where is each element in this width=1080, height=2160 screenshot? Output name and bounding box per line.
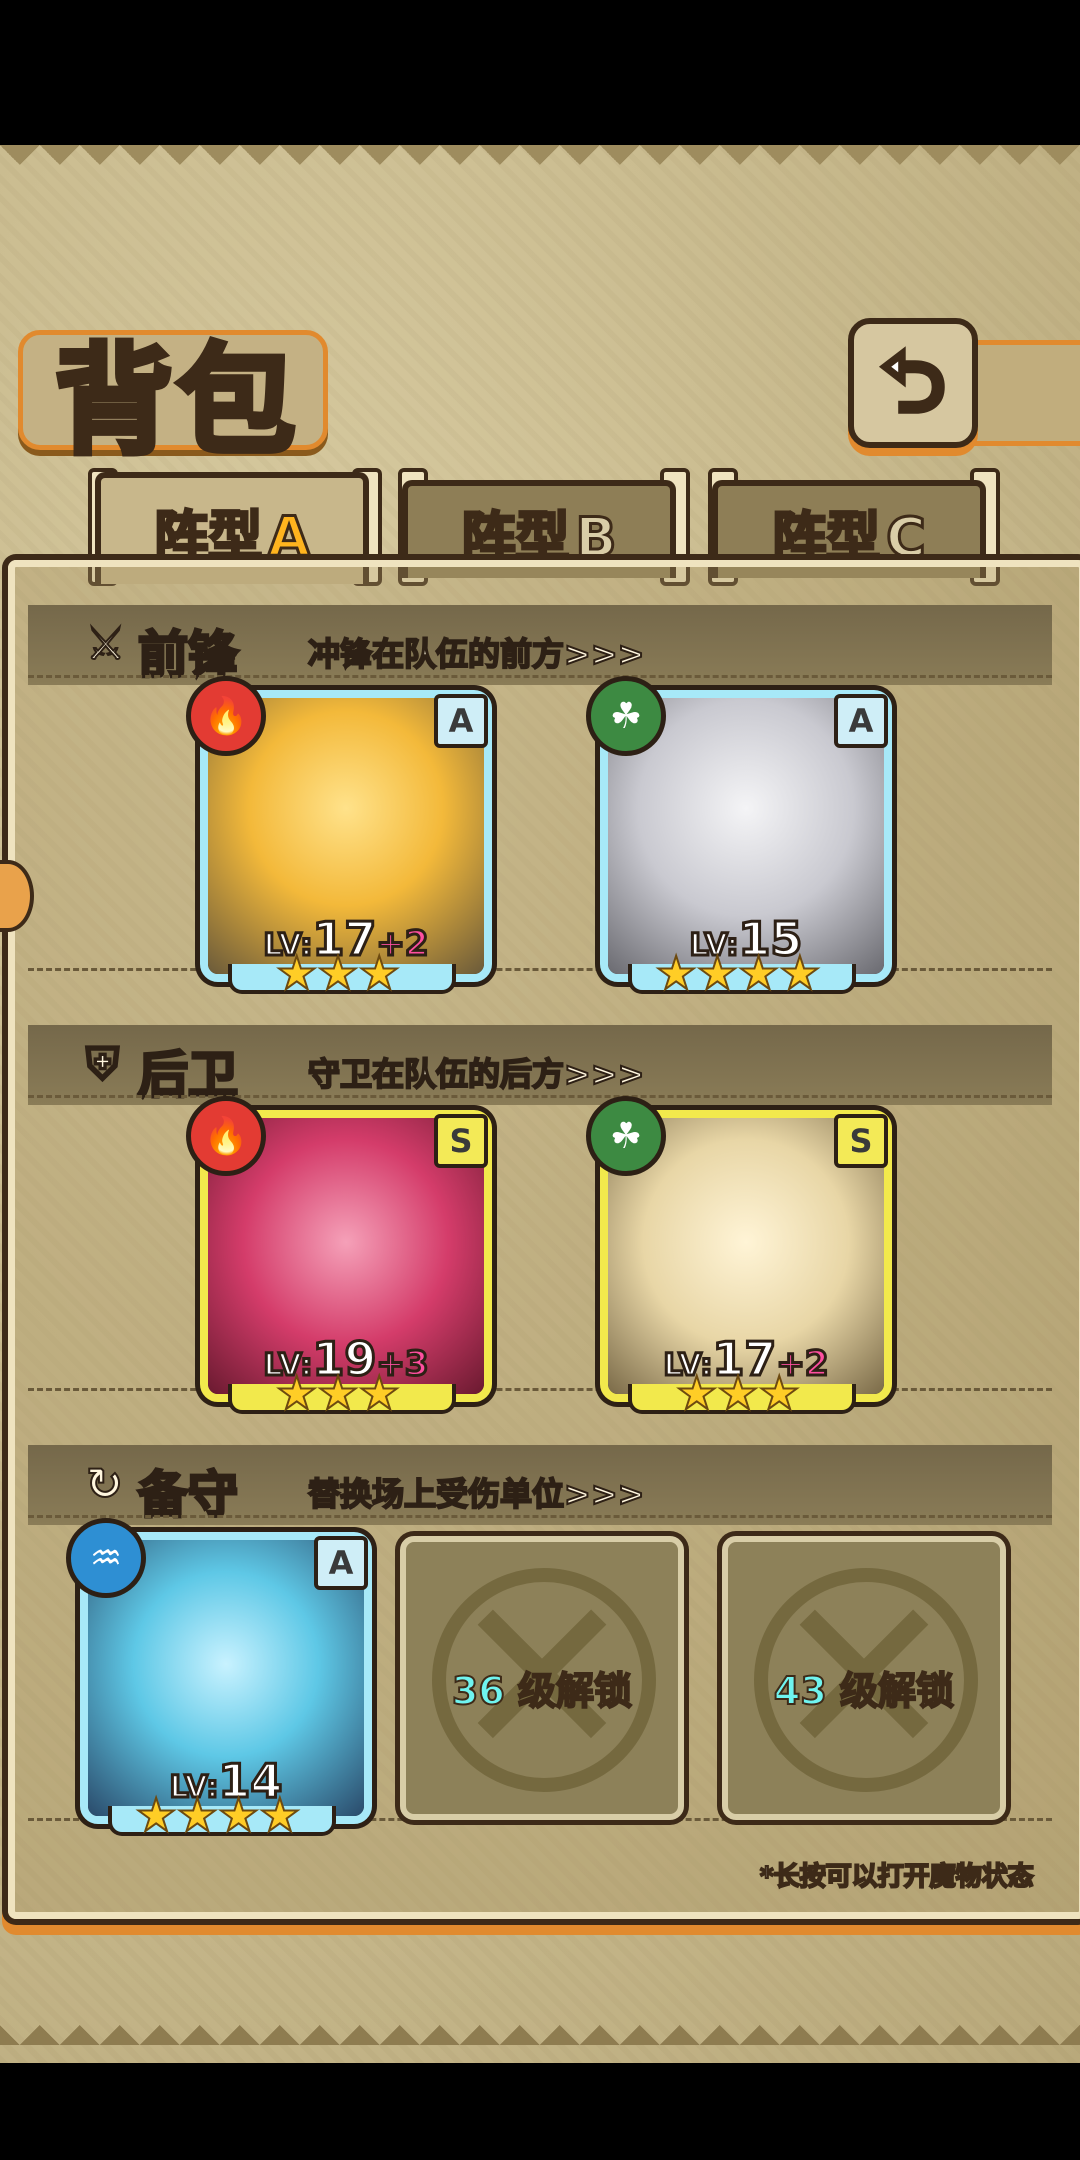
unlock-requirement: 43 级解锁 xyxy=(773,1668,955,1714)
back-button[interactable]: ⮌ xyxy=(848,318,978,448)
swap-icon: ↻ xyxy=(85,1458,124,1511)
torn-edge-top xyxy=(0,145,1080,185)
rank-badge: A xyxy=(834,694,888,748)
torn-edge-bottom xyxy=(0,2005,1080,2060)
star-rating: ★★★★ xyxy=(655,946,822,1000)
back-arrow-icon: ⮌ xyxy=(878,336,947,429)
back-row xyxy=(28,1095,1052,1391)
star-rating: ★★★★ xyxy=(135,1788,302,1842)
fire-icon: 🔥 xyxy=(186,676,266,756)
section-header-reserve: ↻ 备守 替换场上受伤单位>>> xyxy=(28,1445,1052,1526)
rank-badge: A xyxy=(434,694,488,748)
front-row xyxy=(28,675,1052,971)
unit-card[interactable]: S 🔥 LV:19+3 xyxy=(186,1096,492,1402)
star-rating: ★★★ xyxy=(275,1366,401,1420)
star-rating: ★★★ xyxy=(275,946,401,1000)
rank-badge: A xyxy=(314,1536,368,1590)
hint-text: *长按可以打开魔物状态 xyxy=(759,1861,1035,1893)
locked-slot[interactable]: ✕ 43 级解锁 xyxy=(722,1536,1006,1820)
unit-card[interactable]: S ☘ LV:17+2 xyxy=(586,1096,892,1402)
section-header-front: ⚔ 前锋 冲锋在队伍的前方>>> xyxy=(28,605,1052,686)
leaf-icon: ☘ xyxy=(586,1096,666,1176)
sword-icon: ⚔ xyxy=(85,618,126,671)
fire-icon: 🔥 xyxy=(186,1096,266,1176)
shield-icon: ⛨ xyxy=(85,1038,120,1091)
tab-label: 阵型 A xyxy=(153,503,312,569)
unlock-requirement: 36 级解锁 xyxy=(451,1668,633,1714)
locked-slot[interactable]: ✕ 36 级解锁 xyxy=(400,1536,684,1820)
section-header-back: ⛨ 后卫 守卫在队伍的后方>>> xyxy=(28,1025,1052,1106)
unit-card[interactable]: A ♒ LV:14 xyxy=(66,1518,372,1824)
rank-badge: S xyxy=(434,1114,488,1168)
star-rating: ★★★ xyxy=(675,1366,801,1420)
unit-card[interactable]: A ☘ LV:15 xyxy=(586,676,892,982)
unit-card[interactable]: A 🔥 LV:17+2 xyxy=(186,676,492,982)
rank-badge: S xyxy=(834,1114,888,1168)
water-icon: ♒ xyxy=(66,1518,146,1598)
leaf-icon: ☘ xyxy=(586,676,666,756)
page-title: 背包 xyxy=(52,328,300,473)
